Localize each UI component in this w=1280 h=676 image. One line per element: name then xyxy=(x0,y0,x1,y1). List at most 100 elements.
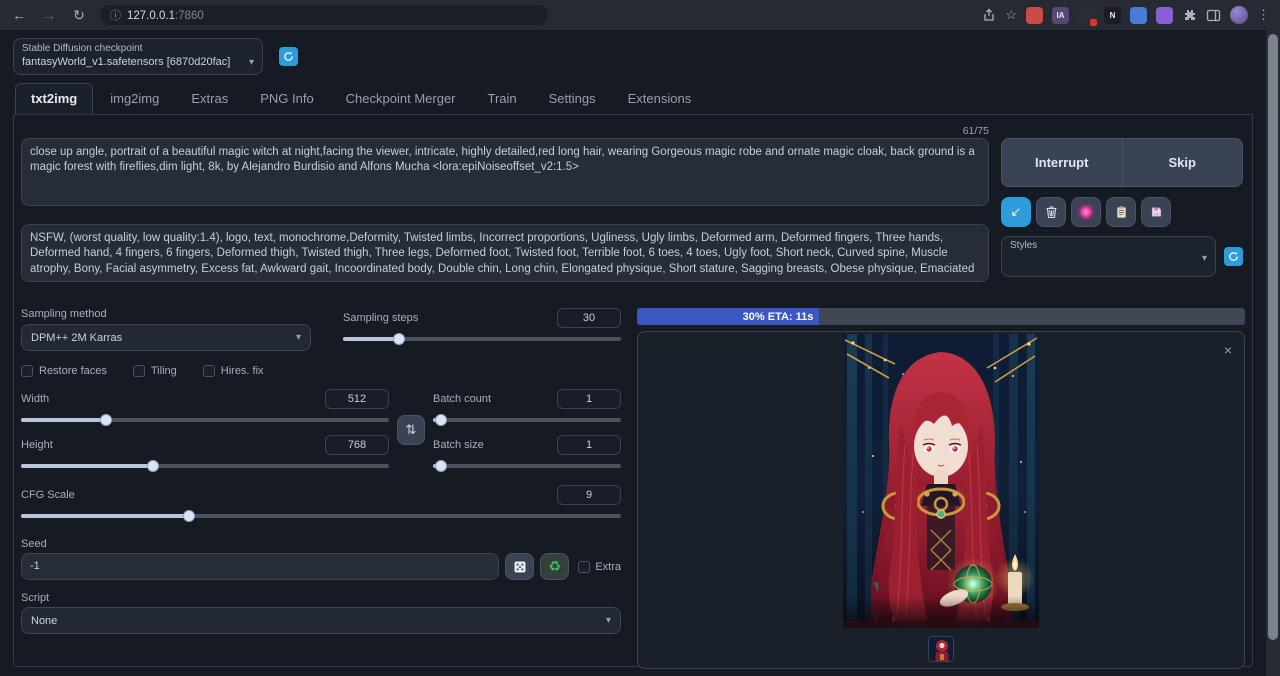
checkbox[interactable] xyxy=(203,365,215,377)
sampling-method-block: Sampling method DPM++ 2M Karras ▾ xyxy=(21,308,311,351)
checkpoint-dropdown[interactable]: Stable Diffusion checkpoint fantasyWorld… xyxy=(13,38,263,75)
sampling-steps-value[interactable]: 30 xyxy=(557,308,621,328)
refresh-checkpoints-button[interactable] xyxy=(279,47,298,66)
paste-parameters-button[interactable]: ↙ xyxy=(1001,197,1031,227)
checkpoint-label: Stable Diffusion checkpoint xyxy=(22,43,254,54)
slider-handle[interactable] xyxy=(435,460,447,472)
prompt-area: 61/75 close up angle, portrait of a beau… xyxy=(21,125,989,287)
cfg-scale-value[interactable]: 9 xyxy=(557,485,621,505)
browser-menu-icon[interactable]: ⋮ xyxy=(1257,7,1270,23)
width-slider[interactable] xyxy=(21,414,389,426)
sidebar-panel-icon[interactable] xyxy=(1206,8,1221,23)
slider-handle[interactable] xyxy=(183,510,195,522)
styles-label: Styles xyxy=(1010,240,1207,251)
extra-networks-button[interactable] xyxy=(1071,197,1101,227)
batch-count-slider[interactable] xyxy=(433,414,621,426)
swap-dimensions-button[interactable]: ⇅ xyxy=(397,415,425,445)
generate-actions-panel: Interrupt Skip ↙ xyxy=(1001,125,1243,287)
recycle-icon: ♻ xyxy=(549,558,562,575)
gallery-panel: × xyxy=(637,331,1245,669)
tab-settings[interactable]: Settings xyxy=(534,84,611,114)
batch-size-block: Batch size 1 xyxy=(433,435,621,472)
gallery-thumbnail[interactable] xyxy=(928,636,954,662)
extra-seed-checkbox[interactable]: Extra xyxy=(578,561,621,573)
chevron-down-icon: ▾ xyxy=(249,57,254,68)
main-tabs: txt2img img2img Extras PNG Info Checkpoi… xyxy=(13,83,1253,115)
bookmark-star-icon[interactable]: ☆ xyxy=(1005,7,1017,23)
slider-handle[interactable] xyxy=(147,460,159,472)
checkbox[interactable] xyxy=(21,365,33,377)
batch-count-value[interactable]: 1 xyxy=(557,389,621,409)
txt2img-panel: 61/75 close up angle, portrait of a beau… xyxy=(13,115,1253,667)
tab-train[interactable]: Train xyxy=(473,84,532,114)
cfg-scale-slider[interactable] xyxy=(21,510,621,522)
share-icon[interactable] xyxy=(982,8,996,22)
witch-preview-image xyxy=(843,334,1039,628)
profile-avatar[interactable] xyxy=(1230,6,1248,24)
extension-icon[interactable] xyxy=(1156,7,1173,24)
batch-count-label: Batch count xyxy=(433,393,491,405)
refresh-styles-button[interactable] xyxy=(1224,247,1243,266)
close-icon[interactable]: × xyxy=(1224,342,1232,358)
sampling-method-dropdown[interactable]: DPM++ 2M Karras ▾ xyxy=(21,324,311,351)
height-value[interactable]: 768 xyxy=(325,435,389,455)
cfg-scale-label: CFG Scale xyxy=(21,489,75,501)
hires-fix-checkbox[interactable]: Hires. fix xyxy=(203,365,264,377)
stable-diffusion-webui: Stable Diffusion checkpoint fantasyWorld… xyxy=(0,30,1266,667)
skip-button[interactable]: Skip xyxy=(1122,139,1243,186)
puzzle-extensions-icon[interactable] xyxy=(1182,8,1197,23)
checkbox[interactable] xyxy=(133,365,145,377)
interrupt-button[interactable]: Interrupt xyxy=(1002,139,1122,186)
extension-icon[interactable] xyxy=(1130,7,1147,24)
scrollbar-thumb[interactable] xyxy=(1268,34,1278,640)
save-style-button[interactable] xyxy=(1141,197,1171,227)
batch-size-slider[interactable] xyxy=(433,460,621,472)
extension-icon[interactable]: IA xyxy=(1052,7,1069,24)
extension-icon[interactable] xyxy=(1026,7,1043,24)
tab-txt2img[interactable]: txt2img xyxy=(15,83,93,114)
width-value[interactable]: 512 xyxy=(325,389,389,409)
extension-icon[interactable]: N xyxy=(1104,7,1121,24)
height-block: Height 768 xyxy=(21,435,389,472)
tab-extensions[interactable]: Extensions xyxy=(613,84,707,114)
script-dropdown[interactable]: None ▾ xyxy=(21,607,621,634)
slider-handle[interactable] xyxy=(100,414,112,426)
negative-prompt-input[interactable]: NSFW, (worst quality, low quality:1.4), … xyxy=(21,224,989,282)
tab-png-info[interactable]: PNG Info xyxy=(245,84,328,114)
batch-size-value[interactable]: 1 xyxy=(557,435,621,455)
address-bar[interactable]: ⓘ 127.0.0.1:7860 xyxy=(100,5,548,25)
forward-icon[interactable]: → xyxy=(40,7,58,23)
tiling-checkbox[interactable]: Tiling xyxy=(133,365,177,377)
trash-icon xyxy=(1045,205,1058,219)
extension-badge xyxy=(1090,19,1097,26)
restore-faces-checkbox[interactable]: Restore faces xyxy=(21,365,107,377)
tab-img2img[interactable]: img2img xyxy=(95,84,174,114)
reload-icon[interactable]: ↻ xyxy=(70,7,88,24)
tab-checkpoint-merger[interactable]: Checkpoint Merger xyxy=(331,84,471,114)
back-icon[interactable]: ← xyxy=(10,7,28,23)
progress-text: 30% ETA: 11s xyxy=(743,311,820,323)
random-seed-button[interactable] xyxy=(505,553,534,580)
sampling-steps-slider[interactable] xyxy=(343,333,621,345)
slider-handle[interactable] xyxy=(393,333,405,345)
generated-image-preview[interactable] xyxy=(843,334,1039,628)
styles-dropdown[interactable]: Styles ▾ xyxy=(1001,236,1216,277)
extra-networks-icon xyxy=(1080,206,1092,218)
page-scrollbar[interactable] xyxy=(1266,30,1280,676)
extension-icon[interactable] xyxy=(1078,7,1095,24)
site-info-icon[interactable]: ⓘ xyxy=(110,7,121,23)
progress-bar: 30% ETA: 11s xyxy=(637,308,1245,325)
checkpoint-value: fantasyWorld_v1.safetensors [6870d20fac] xyxy=(22,56,230,68)
checkbox[interactable] xyxy=(578,561,590,573)
reuse-seed-button[interactable]: ♻ xyxy=(540,553,569,580)
slider-handle[interactable] xyxy=(435,414,447,426)
clear-prompt-button[interactable] xyxy=(1036,197,1066,227)
swap-icon: ⇅ xyxy=(406,422,417,438)
apply-styles-button[interactable] xyxy=(1106,197,1136,227)
seed-input[interactable]: -1 xyxy=(21,553,499,580)
prompt-input[interactable]: close up angle, portrait of a beautiful … xyxy=(21,138,989,206)
tab-extras[interactable]: Extras xyxy=(176,84,243,114)
output-area: 30% ETA: 11s × xyxy=(637,308,1245,676)
generation-settings: Sampling method DPM++ 2M Karras ▾ Sampli… xyxy=(21,308,621,676)
height-slider[interactable] xyxy=(21,460,389,472)
